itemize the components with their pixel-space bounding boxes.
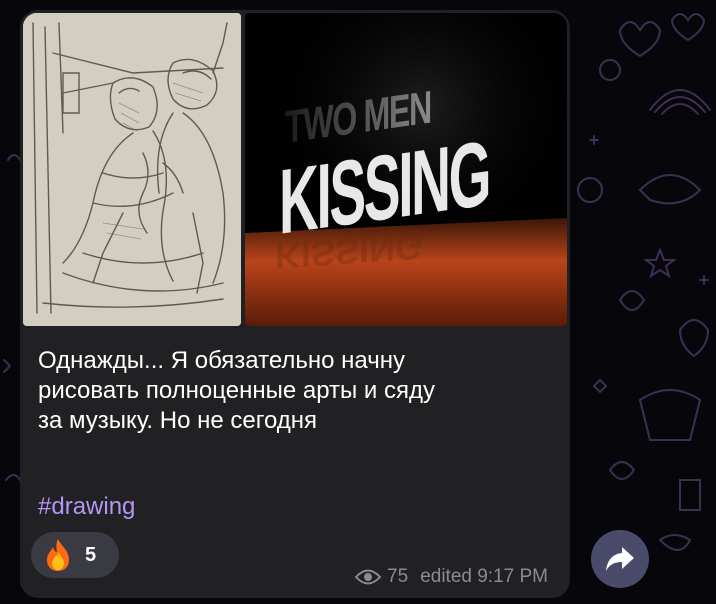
pencil-sketch-image[interactable] [23,13,241,326]
two-men-kissing-image[interactable]: TWO MEN KISSING KISSING [245,13,567,326]
hashtag-link[interactable]: #drawing [38,492,135,522]
share-arrow-icon [606,547,634,571]
message-bubble[interactable]: TWO MEN KISSING KISSING Однажды... Я обя… [20,10,570,598]
fire-reaction-button[interactable]: 5 [31,532,119,578]
media-album: TWO MEN KISSING KISSING [23,13,567,335]
message-meta: 75 edited 9:17 PM [355,566,548,588]
fire-emoji-icon [47,539,69,571]
eye-icon [355,569,382,585]
share-button[interactable] [591,530,649,588]
reaction-count: 5 [85,543,97,566]
edited-timestamp: edited 9:17 PM [420,566,548,587]
message-caption: Однажды... Я обязательно начну рисовать … [38,347,436,434]
view-count: 75 [387,566,409,587]
